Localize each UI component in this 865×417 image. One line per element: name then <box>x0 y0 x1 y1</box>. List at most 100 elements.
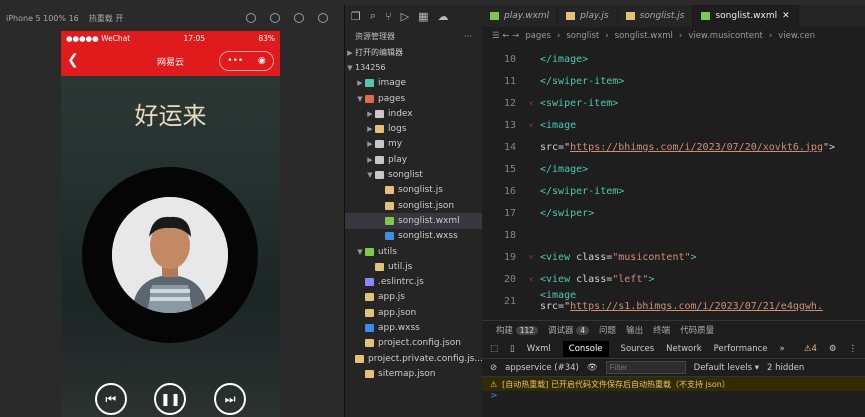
tree-file[interactable]: project.config.json <box>345 336 482 351</box>
device-selector[interactable]: iPhone 5 100% 16 <box>6 14 79 23</box>
search-icon[interactable]: ⌕ <box>370 9 376 23</box>
explorer-title: 资源管理器 <box>355 31 395 41</box>
tree-file[interactable]: songlist.json <box>345 198 482 213</box>
devtools-tab[interactable]: Wxml <box>527 344 551 354</box>
panel-tab[interactable]: 代码质量 <box>680 324 714 336</box>
tree-file[interactable]: songlist.js <box>345 183 482 198</box>
context-selector[interactable]: appservice (#34) <box>505 363 579 373</box>
breadcrumb-item[interactable]: view.cen <box>778 31 815 41</box>
panel-tab[interactable]: 终端 <box>653 324 670 336</box>
panel-tab[interactable]: 问题 <box>599 324 616 336</box>
device-toggle-icon[interactable]: ▯ <box>510 344 515 354</box>
fold-chevron-icon[interactable]: ˅ <box>522 253 540 262</box>
tree-folder[interactable]: ▶ play <box>345 152 482 167</box>
tree-label: util.js <box>388 261 413 272</box>
breadcrumb-separator: › <box>605 31 609 41</box>
explorer-panel: ❐ ⌕ ⑂ ▷ ▦ ☁ 资源管理器 ··· ▶ 打开的编辑器 ▼ 134256 … <box>345 5 482 417</box>
pin-icon[interactable] <box>318 13 328 23</box>
code-token: "> <box>822 141 836 153</box>
clear-console-icon[interactable]: ⊘ <box>490 363 497 373</box>
tree-file[interactable]: app.json <box>345 305 482 320</box>
code-token: https://s1.bhimgs.com/i/2023/07/21/e4qgw… <box>570 301 823 312</box>
close-circle-icon[interactable]: ◉ <box>258 56 266 66</box>
tree-file[interactable]: songlist.wxml <box>345 213 482 229</box>
tree-folder[interactable]: ▶ my <box>345 137 482 152</box>
editor-tab[interactable]: play.wxml <box>482 5 559 27</box>
debug-icon[interactable]: ▷ <box>401 10 409 23</box>
project-section[interactable]: ▼ 134256 <box>345 60 482 75</box>
eye-icon[interactable]: 👁 <box>587 363 598 373</box>
code-token: https://bhimgs.com/i/2023/07/20/xovkt6.j… <box>570 141 823 153</box>
devtools-tab[interactable]: Performance <box>714 344 768 354</box>
tree-file[interactable]: app.wxss <box>345 320 482 335</box>
tree-file[interactable]: util.js <box>345 259 482 274</box>
code-area[interactable]: 10 </image> 11 </swiper-item> 12 ˅ <swiper-ite… <box>482 48 865 313</box>
hot-reload-toggle[interactable]: 热重载 开 <box>89 13 124 24</box>
cloud-icon[interactable]: ☁ <box>438 10 449 23</box>
code-text: </swiper-item> <box>540 76 624 87</box>
battery: 83% <box>258 34 275 43</box>
tree-file[interactable]: songlist.wxss <box>345 229 482 244</box>
editor-tab[interactable]: songlist.js <box>618 5 694 27</box>
code-token: <swiper-item> <box>540 97 619 109</box>
tree-folder[interactable]: ▼ songlist <box>345 167 482 182</box>
back-icon[interactable]: ❮ <box>67 52 79 68</box>
tree-file[interactable]: sitemap.json <box>345 366 482 381</box>
fold-chevron-icon[interactable]: ˅ <box>522 275 540 284</box>
tree-folder[interactable]: ▶ image <box>345 76 482 91</box>
extensions-icon[interactable]: ▦ <box>418 10 428 23</box>
file-tree: ▶ image ▼ pages ▶ index ▶ logs ▶ my ▶ play ▼ songlist… <box>345 76 482 382</box>
count-badge: 112 <box>515 326 539 335</box>
record-icon[interactable] <box>270 13 280 23</box>
panel-tab[interactable]: 输出 <box>626 324 643 336</box>
code-token: class= <box>576 273 613 285</box>
fold-chevron-icon[interactable]: ˅ <box>522 121 540 130</box>
pause-button[interactable]: ❚❚ <box>154 383 187 415</box>
section-label: 打开的编辑器 <box>355 48 403 58</box>
settings-icon[interactable]: ⚙ <box>829 344 837 354</box>
nav-arrows-icon[interactable]: ☰ ← → <box>492 31 519 41</box>
breadcrumb-item[interactable]: pages <box>525 31 551 41</box>
next-button[interactable]: ⏭ <box>214 383 247 415</box>
inspect-icon[interactable]: ⬚ <box>490 344 498 354</box>
source-control-icon[interactable]: ⑂ <box>385 10 392 23</box>
tree-file[interactable]: project.private.config.js... <box>345 351 482 366</box>
open-editors-section[interactable]: ▶ 打开的编辑器 <box>345 45 482 60</box>
more-actions-icon[interactable]: ··· <box>464 32 472 41</box>
panel-tab[interactable]: 构建 112 <box>496 324 539 336</box>
filter-input[interactable] <box>605 361 686 374</box>
panel-tab-label: 问题 <box>599 326 617 336</box>
editor-tab[interactable]: songlist.wxml ✕ <box>693 5 799 27</box>
devtools-tab[interactable]: Console <box>562 340 609 357</box>
more-icon[interactable]: ⋮ <box>849 344 858 354</box>
devtools-tab[interactable]: Sources <box>621 344 655 354</box>
activity-bar: ❐ ⌕ ⑂ ▷ ▦ ☁ <box>345 5 482 27</box>
tree-folder[interactable]: ▼ pages <box>345 91 482 106</box>
line-number: 20 <box>503 273 516 285</box>
tree-file[interactable]: .eslintrc.js <box>345 274 482 289</box>
devtools-tab[interactable]: » <box>780 344 785 354</box>
files-icon[interactable]: ❐ <box>351 10 361 23</box>
tab-label: play.wxml <box>504 11 550 21</box>
breadcrumb-item[interactable]: songlist <box>566 31 599 41</box>
levels-dropdown[interactable]: Default levels ▾ <box>694 363 759 373</box>
breadcrumb-item[interactable]: songlist.wxml <box>615 31 673 41</box>
close-icon[interactable]: ✕ <box>782 11 790 21</box>
fold-chevron-icon[interactable]: ˅ <box>522 99 540 108</box>
breadcrumb-item[interactable]: view.musicontent <box>688 31 763 41</box>
tree-folder[interactable]: ▶ index <box>345 106 482 121</box>
console-prompt[interactable]: > <box>482 391 865 403</box>
panel-tab[interactable]: 调试器 4 <box>548 324 590 336</box>
devtools-tab[interactable]: Network <box>666 344 702 354</box>
previous-button[interactable]: ⏮ <box>94 383 127 415</box>
rotate-icon[interactable] <box>246 13 256 23</box>
capsule-menu[interactable]: ••• ◉ <box>219 51 274 71</box>
tree-folder[interactable]: ▶ logs <box>345 121 482 136</box>
phone-icon[interactable] <box>294 13 304 23</box>
more-icon[interactable]: ••• <box>227 56 243 66</box>
carrier-label: ●●●●● WeChat <box>66 34 131 43</box>
tree-file[interactable]: app.js <box>345 290 482 305</box>
tree-folder[interactable]: ▼ utils <box>345 244 482 259</box>
line-number: 16 <box>503 185 516 197</box>
editor-tab[interactable]: play.js <box>558 5 618 27</box>
